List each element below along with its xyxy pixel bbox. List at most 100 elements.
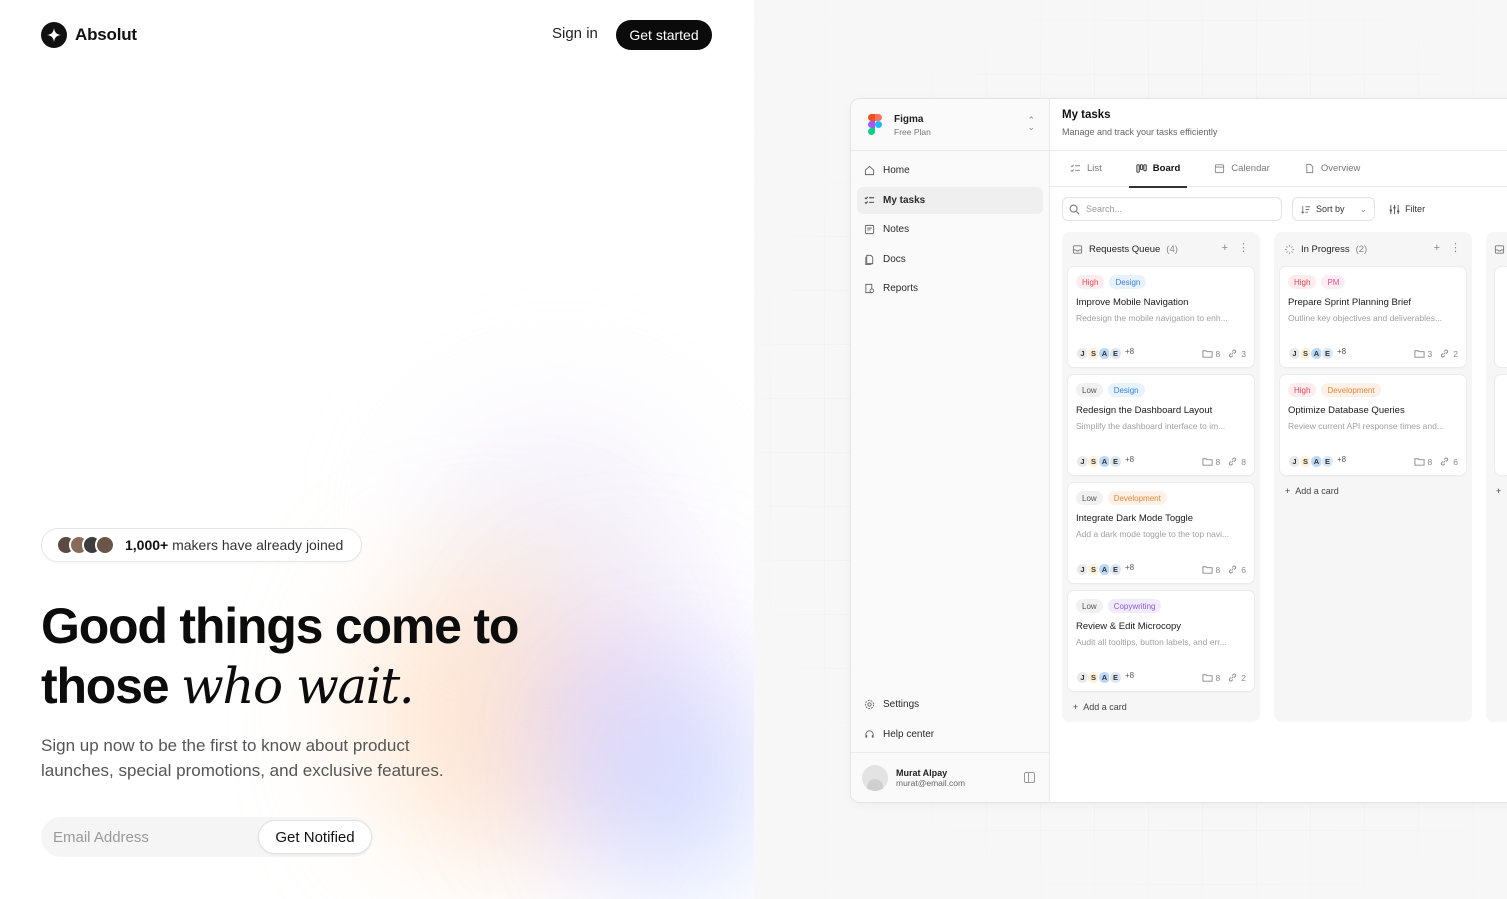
assignee-avatars: J S A E +8 bbox=[1288, 455, 1346, 468]
card-tags: Low Development bbox=[1076, 491, 1246, 505]
file-count: 8 bbox=[1215, 564, 1221, 575]
workspace-switcher[interactable]: Figma Free Plan ⌃ ⌄ bbox=[851, 99, 1049, 151]
task-card[interactable] bbox=[1494, 266, 1507, 368]
task-card[interactable]: High PM Prepare Sprint Planning Brief Outli… bbox=[1279, 266, 1467, 368]
plus-icon[interactable]: + bbox=[1434, 242, 1440, 254]
folder-icon bbox=[1201, 672, 1213, 683]
figma-logo-icon bbox=[868, 113, 882, 136]
user-name: Murat Alpay bbox=[896, 767, 948, 778]
card-description: Redesign the mobile navigation to enh... bbox=[1076, 313, 1228, 323]
link-icon bbox=[1439, 456, 1450, 467]
get-started-button[interactable]: Get started bbox=[616, 20, 712, 50]
tab-label: Calendar bbox=[1231, 163, 1270, 174]
report-icon bbox=[864, 283, 875, 294]
filter-button[interactable]: Filter bbox=[1385, 197, 1429, 221]
sidebar-item-settings[interactable]: Settings bbox=[857, 691, 1043, 718]
sidebar-nav: Home My tasks Notes Docs Reports bbox=[851, 151, 1049, 311]
folder-icon bbox=[1413, 456, 1425, 467]
page-subtitle: Manage and track your tasks efficiently bbox=[1062, 127, 1218, 137]
tab-list[interactable]: List bbox=[1063, 151, 1109, 187]
card-title: Review & Edit Microcopy bbox=[1076, 621, 1182, 632]
sort-button[interactable]: Sort by ⌄ bbox=[1292, 197, 1376, 221]
tag-badge: Development bbox=[1107, 491, 1167, 505]
tag-badge: Copywriting bbox=[1107, 599, 1162, 613]
sidebar-item-label: My tasks bbox=[883, 194, 926, 206]
card-meta: 82 bbox=[1201, 672, 1246, 683]
tab-board[interactable]: Board bbox=[1128, 151, 1188, 188]
add-card-button[interactable]: + Add a card bbox=[1067, 702, 1255, 712]
card-footer: J S A E +8 3 2 bbox=[1288, 347, 1458, 360]
assignee-more: +8 bbox=[1125, 347, 1135, 356]
assignee-avatar: E bbox=[1321, 455, 1334, 468]
avatar bbox=[95, 535, 115, 555]
card-footer: J S A E +8 8 3 bbox=[1076, 347, 1246, 360]
headline-italic: who wait. bbox=[181, 657, 415, 715]
task-card[interactable]: High Design Improve Mobile Navigation Redes… bbox=[1067, 266, 1255, 368]
task-card[interactable]: Low Development Integrate Dark Mode Toggle… bbox=[1067, 482, 1255, 584]
link-icon bbox=[1227, 456, 1238, 467]
user-profile[interactable]: Murat Alpay murat@email.com bbox=[851, 752, 1049, 802]
marketing-panel: Absolut Sign in Get started 1,000+ maker… bbox=[0, 0, 754, 899]
doc-icon bbox=[864, 254, 875, 265]
column-title: In Progress bbox=[1301, 243, 1350, 255]
task-card[interactable] bbox=[1494, 374, 1507, 476]
card-title: Improve Mobile Navigation bbox=[1076, 297, 1189, 308]
board-toolbar: Sort by ⌄ Filter bbox=[1050, 187, 1507, 231]
file-count: 8 bbox=[1215, 456, 1221, 467]
sidebar-item-notes[interactable]: Notes bbox=[857, 216, 1043, 243]
card-meta: 86 bbox=[1201, 564, 1246, 575]
card-footer: J S A E +8 8 2 bbox=[1076, 671, 1246, 684]
social-proof-text: 1,000+ makers have already joined bbox=[125, 537, 343, 553]
loader-icon bbox=[1284, 244, 1295, 255]
add-card-button[interactable]: + bbox=[1494, 486, 1507, 496]
card-footer: J S A E +8 8 6 bbox=[1288, 455, 1458, 468]
plus-icon[interactable]: + bbox=[1222, 242, 1228, 254]
card-description: Outline key objectives and deliverables.… bbox=[1288, 313, 1443, 323]
link-icon bbox=[1227, 564, 1238, 575]
tag-badge: PM bbox=[1321, 275, 1346, 289]
headset-icon bbox=[864, 729, 875, 740]
sidebar-item-reports[interactable]: Reports bbox=[857, 275, 1043, 302]
filter-icon bbox=[1389, 204, 1400, 215]
sign-in-link[interactable]: Sign in bbox=[552, 25, 598, 42]
card-meta: 88 bbox=[1201, 456, 1246, 467]
column-count: (4) bbox=[1166, 243, 1178, 255]
card-title: Redesign the Dashboard Layout bbox=[1076, 405, 1213, 416]
more-vertical-icon[interactable]: ⋮ bbox=[1450, 242, 1461, 254]
tab-overview[interactable]: Overview bbox=[1297, 151, 1368, 187]
tab-calendar[interactable]: Calendar bbox=[1207, 151, 1277, 187]
column-header: Requests Queue (4) + ⋮ bbox=[1067, 238, 1255, 260]
task-card[interactable]: Low Copywriting Review & Edit Microcopy Aud… bbox=[1067, 590, 1255, 692]
sidebar-toggle-icon[interactable] bbox=[1024, 772, 1035, 783]
card-description: Simplify the dashboard interface to im..… bbox=[1076, 421, 1226, 431]
board-column: + bbox=[1486, 232, 1507, 722]
hero-headline: Good things come to those who wait. bbox=[41, 596, 519, 716]
email-input[interactable] bbox=[53, 828, 258, 846]
search-input[interactable] bbox=[1086, 204, 1266, 214]
card-description: Add a dark mode toggle to the top navi..… bbox=[1076, 529, 1230, 539]
assignee-avatar: E bbox=[1109, 671, 1122, 684]
headline-line-1: Good things come to bbox=[41, 598, 519, 654]
card-meta: 83 bbox=[1201, 348, 1246, 359]
sidebar-item-my-tasks[interactable]: My tasks bbox=[857, 186, 1043, 214]
joined-count: 1,000+ bbox=[125, 537, 169, 553]
assignee-avatar: E bbox=[1109, 455, 1122, 468]
get-notified-button[interactable]: Get Notified bbox=[258, 820, 372, 854]
task-card[interactable]: Low Design Redesign the Dashboard Layout Si… bbox=[1067, 374, 1255, 476]
assignee-avatars: J S A E +8 bbox=[1076, 347, 1134, 360]
sidebar-item-help-center[interactable]: Help center bbox=[857, 721, 1043, 748]
task-card[interactable]: High Development Optimize Database Queries… bbox=[1279, 374, 1467, 476]
sidebar-item-docs[interactable]: Docs bbox=[857, 246, 1043, 273]
sidebar-item-home[interactable]: Home bbox=[857, 157, 1043, 184]
page-header: My tasks Manage and track your tasks eff… bbox=[1050, 99, 1507, 151]
column-count: (2) bbox=[1355, 243, 1368, 255]
assignee-more: +8 bbox=[1337, 347, 1347, 356]
more-vertical-icon[interactable]: ⋮ bbox=[1238, 242, 1249, 254]
link-count: 8 bbox=[1241, 456, 1246, 467]
brand-logo[interactable]: Absolut bbox=[41, 22, 137, 48]
sidebar-item-label: Settings bbox=[883, 699, 920, 710]
workspace-name: Figma bbox=[894, 113, 924, 125]
home-icon bbox=[864, 165, 875, 176]
add-card-button[interactable]: + Add a card bbox=[1279, 486, 1467, 496]
assignee-avatar: E bbox=[1109, 347, 1122, 360]
